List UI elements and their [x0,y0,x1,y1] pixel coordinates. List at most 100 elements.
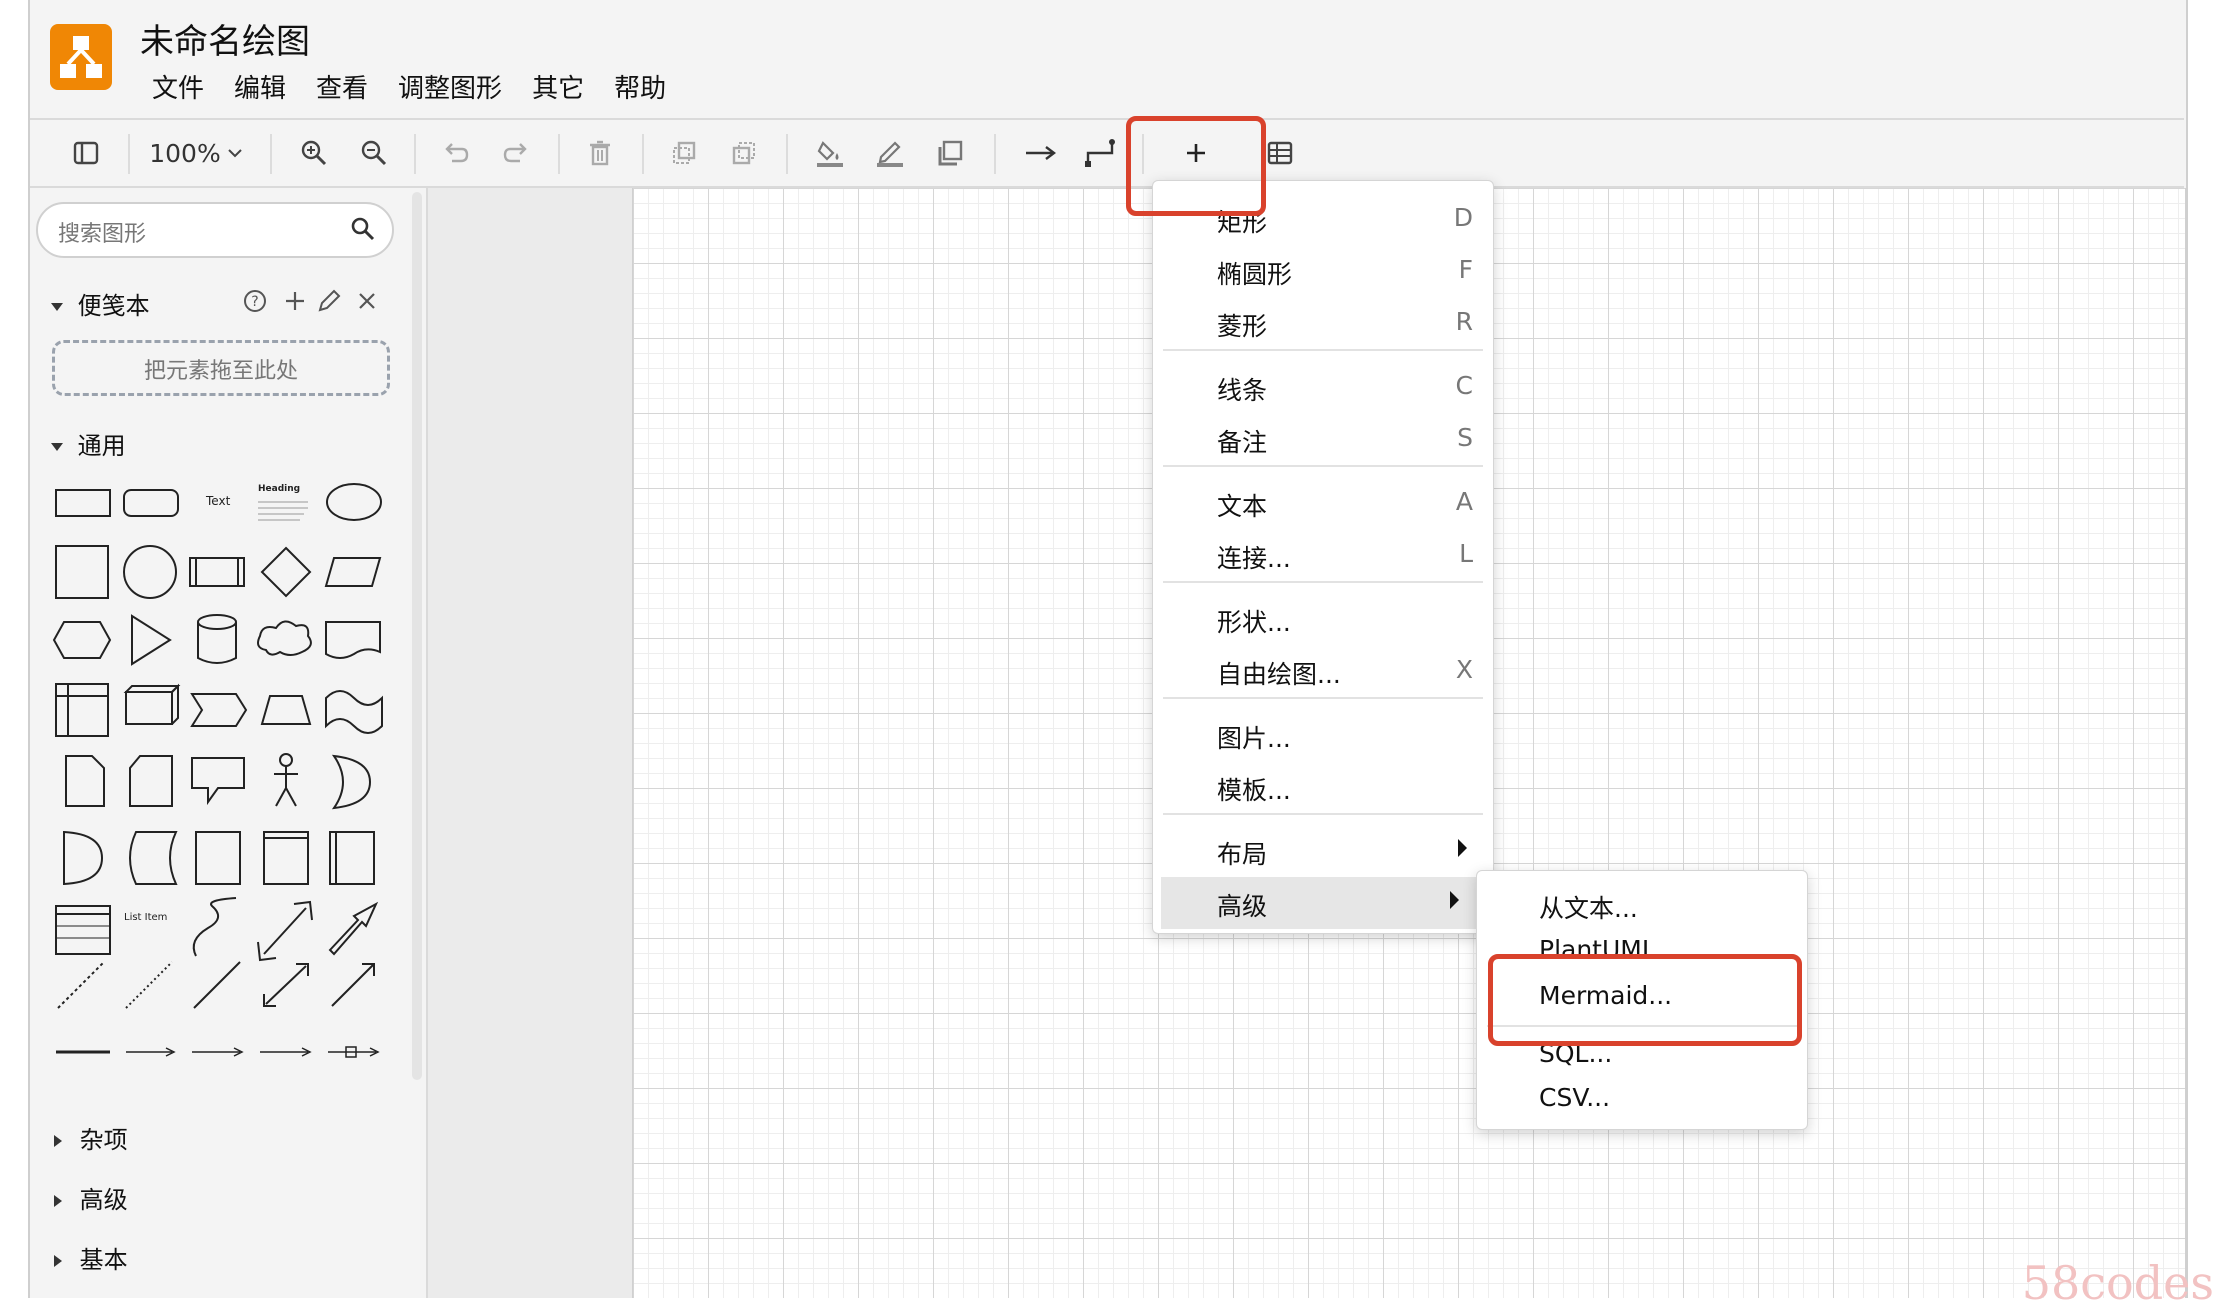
watermark: 58codes [2021,1256,2214,1310]
swimlane-shape[interactable] [263,831,309,885]
note-shape[interactable] [65,755,105,807]
diamond-shape[interactable] [260,546,312,598]
actor-shape[interactable] [274,753,298,807]
search-placeholder: 搜索图形 [58,222,147,247]
menu-edit[interactable]: 编辑 [234,68,286,105]
misc-section-header[interactable]: 杂项 [52,1120,128,1155]
bidirectional-arrow-shape[interactable] [257,900,313,962]
step-shape[interactable] [190,693,248,727]
directional-connector-shape[interactable] [331,963,375,1007]
tape-shape[interactable] [325,690,383,734]
svg-text:?: ? [251,294,258,310]
help-icon[interactable]: ? [242,288,268,318]
menu-arrange[interactable]: 调整图形 [398,68,502,105]
delete-icon[interactable] [580,134,620,172]
document-shape[interactable] [325,621,381,659]
stored-data-shape[interactable] [129,831,178,885]
menu-item-template[interactable]: 模板... [1153,763,1493,811]
process-shape[interactable] [189,557,245,587]
scratchpad-header[interactable]: 便笺本 [50,286,150,321]
heading-shape[interactable] [258,501,308,521]
menu-item-rhombus[interactable]: 菱形 R [1153,299,1493,347]
container-shape[interactable] [195,831,241,885]
shadow-icon[interactable] [930,134,970,172]
hexagon-shape[interactable] [52,621,112,659]
menu-item-line[interactable]: 线条 C [1153,363,1493,411]
line-shape[interactable] [193,961,241,1009]
curve-shape[interactable] [192,897,237,957]
submenu-arrow-icon [1450,891,1459,909]
rounded-rectangle-shape[interactable] [123,489,179,517]
bidirectional-connector-shape[interactable] [263,963,309,1007]
callout-shape[interactable] [191,757,245,806]
triangle-shape[interactable] [131,614,172,666]
text-shape-label[interactable]: Text [206,494,230,508]
menu-item-ellipse[interactable]: 椭圆形 F [1153,247,1493,295]
menu-help[interactable]: 帮助 [614,68,666,105]
sidebar-scrollbar[interactable] [412,192,422,1080]
submenu-item-from-text[interactable]: 从文本... [1539,889,1638,925]
trapezoid-shape[interactable] [260,695,312,725]
redo-icon[interactable] [496,134,536,172]
ellipse-shape[interactable] [326,483,382,521]
close-icon[interactable] [354,288,380,318]
document-title[interactable]: 未命名绘图 [140,14,310,63]
menu-item-layout[interactable]: 布局 [1153,827,1493,875]
list-shape[interactable] [55,905,111,955]
zoom-out-icon[interactable] [354,134,394,172]
menu-item-advanced[interactable]: 高级 [1161,877,1485,929]
line-color-icon[interactable] [870,134,910,172]
connector-label-shape[interactable] [192,1047,244,1057]
menu-item-text[interactable]: 文本 A [1153,479,1493,527]
menu-item-image[interactable]: 图片... [1153,711,1493,759]
menu-item-link[interactable]: 连接... L [1153,531,1493,579]
menu-item-shapes[interactable]: 形状... [1153,595,1493,643]
advanced-section-header[interactable]: 高级 [52,1180,128,1215]
basic-section-header[interactable]: 基本 [52,1240,128,1275]
connector-symbol-shape[interactable] [328,1046,380,1058]
card-shape[interactable] [129,755,173,807]
or-shape[interactable] [331,754,372,810]
connector-two-labels-shape[interactable] [260,1047,312,1057]
parallelogram-shape[interactable] [324,557,382,587]
advanced-section-label: 高级 [79,1186,128,1214]
menu-extras[interactable]: 其它 [532,68,584,105]
delay-shape[interactable] [63,830,104,886]
vertical-swimlane-shape[interactable] [329,831,375,885]
triangle-down-icon [51,303,63,311]
rectangle-shape[interactable] [55,489,111,517]
zoom-in-icon[interactable] [294,134,334,172]
waypoints-icon[interactable] [1076,134,1126,172]
highlight-box-mermaid [1488,954,1802,1046]
format-panel-toggle-icon[interactable] [64,134,108,172]
to-back-icon[interactable] [724,134,764,172]
to-front-icon[interactable] [664,134,704,172]
cloud-shape[interactable] [257,620,312,656]
cylinder-shape[interactable] [197,614,237,664]
dashed-line-shape[interactable] [57,961,105,1009]
fill-color-icon[interactable] [810,134,850,172]
internal-storage-shape[interactable] [55,683,109,737]
cube-shape[interactable] [123,683,181,725]
general-header[interactable]: 通用 [50,426,126,461]
shape-search-input[interactable]: 搜索图形 [36,202,394,258]
square-shape[interactable] [55,545,109,599]
list-item-shape-label[interactable]: List Item [124,912,167,923]
connector-arrow-shape[interactable] [126,1047,176,1057]
undo-icon[interactable] [436,134,476,172]
add-icon[interactable] [282,288,308,318]
menu-item-freehand[interactable]: 自由绘图... X [1153,647,1493,695]
menu-file[interactable]: 文件 [152,68,204,105]
submenu-item-csv[interactable]: CSV... [1539,1083,1610,1112]
search-icon[interactable] [350,216,376,242]
dotted-line-shape[interactable] [125,961,173,1009]
table-icon[interactable] [1260,134,1300,172]
scratchpad-dropzone[interactable]: 把元素拖至此处 [52,340,390,396]
circle-shape[interactable] [123,545,177,599]
menu-item-note[interactable]: 备注 S [1153,415,1493,463]
arrow-shape[interactable] [328,901,379,956]
menu-view[interactable]: 查看 [316,68,368,105]
connection-arrow-icon[interactable] [1016,134,1066,172]
zoom-dropdown[interactable]: 100% [146,134,246,172]
edit-pencil-icon[interactable] [316,288,342,318]
